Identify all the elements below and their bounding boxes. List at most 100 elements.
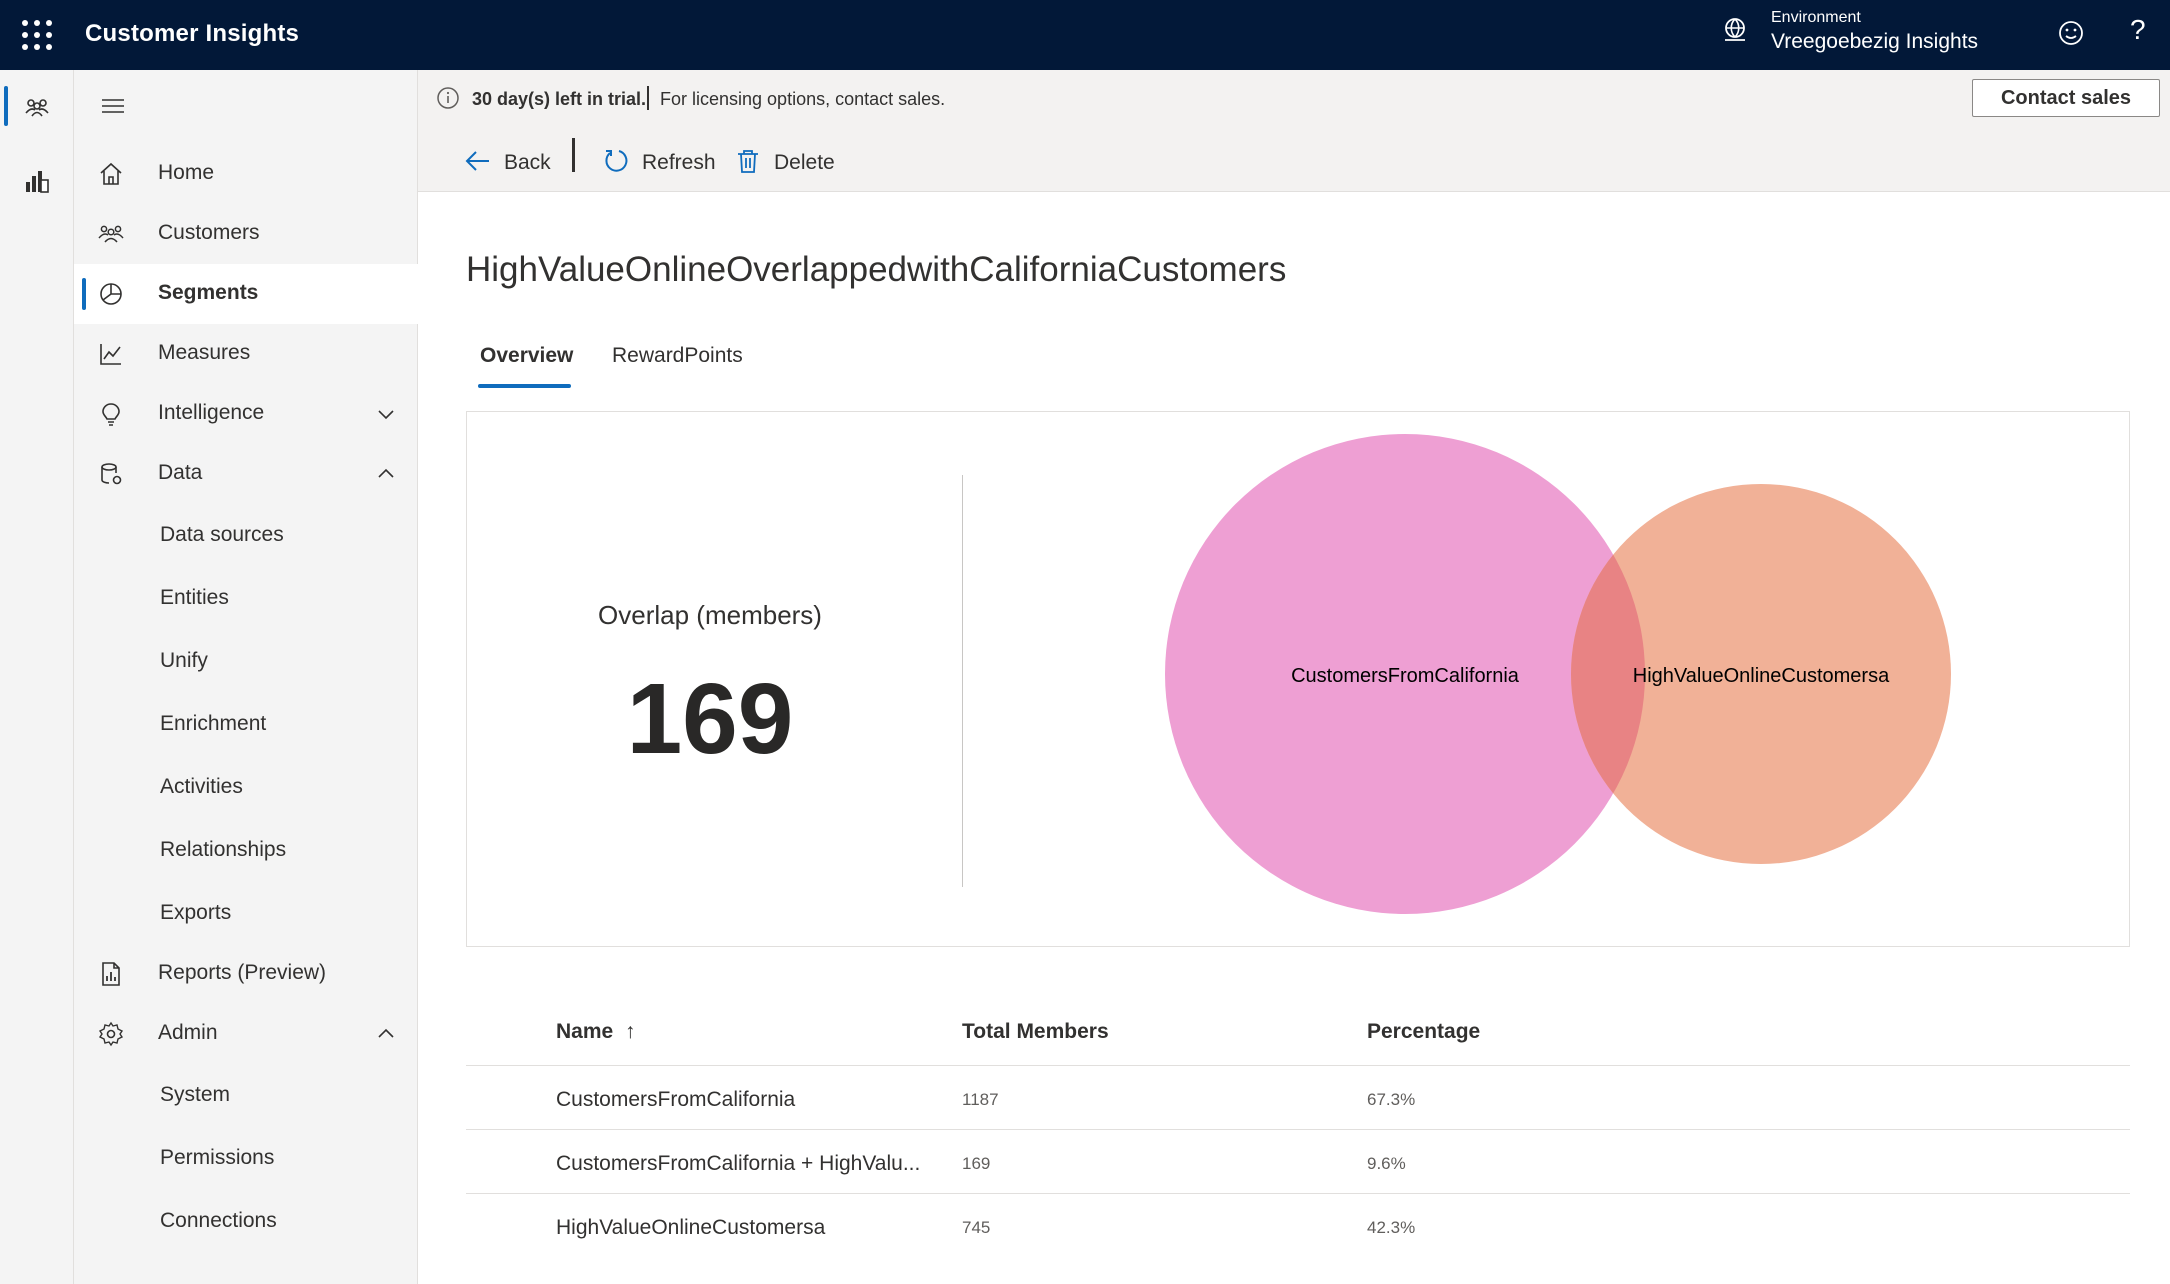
sidebar-item-relationships[interactable]: Relationships bbox=[74, 821, 418, 881]
segments-icon bbox=[100, 283, 122, 305]
refresh-button[interactable]: Refresh bbox=[602, 144, 722, 184]
table-header: Name ↑ Total Members Percentage bbox=[466, 1000, 2130, 1066]
sidebar-item-label: Permissions bbox=[160, 1146, 275, 1169]
sidebar-item-permissions[interactable]: Permissions bbox=[74, 1129, 418, 1189]
sidebar-item-label: Admin bbox=[158, 1021, 218, 1044]
database-icon bbox=[101, 463, 122, 485]
sidebar-item-label: System bbox=[160, 1083, 231, 1106]
table-row[interactable]: HighValueOnlineCustomersa 745 42.3% bbox=[466, 1194, 2130, 1258]
overview-card: Overlap (members) 169 CustomersFromCalif… bbox=[466, 411, 2130, 947]
sidebar-item-entities[interactable]: Entities bbox=[74, 569, 418, 629]
column-name-label: Name bbox=[556, 1020, 614, 1043]
tab-rewardpoints[interactable]: RewardPoints bbox=[612, 344, 743, 368]
sidebar-item-connections[interactable]: Connections bbox=[74, 1192, 418, 1252]
sidebar-item-reports[interactable]: Reports (Preview) bbox=[74, 944, 418, 1004]
environment-icon[interactable] bbox=[1720, 15, 1750, 45]
gear-icon bbox=[98, 1021, 124, 1047]
trial-days-text: 30 day(s) left in trial. bbox=[472, 89, 647, 109]
sort-ascending-icon: ↑ bbox=[625, 1020, 636, 1043]
page-title: HighValueOnlineOverlappedwithCaliforniaC… bbox=[466, 250, 1287, 289]
main-content: 30 day(s) left in trial. For licensing o… bbox=[418, 70, 2170, 1284]
back-button[interactable]: Back bbox=[464, 144, 554, 184]
environment-label: Environment bbox=[1771, 9, 1861, 26]
sidebar-item-label: Data bbox=[158, 461, 203, 484]
back-arrow-icon bbox=[465, 151, 489, 171]
feedback-smiley-icon[interactable] bbox=[2056, 18, 2086, 48]
row-percentage: 9.6% bbox=[1367, 1154, 1406, 1173]
tab-overview[interactable]: Overview bbox=[480, 344, 573, 368]
overlap-label: Overlap (members) bbox=[598, 600, 822, 630]
sidebar-item-label: Customers bbox=[158, 221, 260, 244]
sidebar-item-segments[interactable]: Segments bbox=[74, 264, 418, 324]
sidebar-item-label: Activities bbox=[160, 775, 243, 798]
command-separator bbox=[572, 138, 575, 172]
sidebar-item-enrichment[interactable]: Enrichment bbox=[74, 695, 418, 755]
trial-separator bbox=[647, 86, 649, 110]
column-header-total-members[interactable]: Total Members bbox=[962, 1020, 1109, 1044]
sidebar-item-label: Relationships bbox=[160, 838, 287, 861]
row-percentage: 42.3% bbox=[1367, 1218, 1416, 1237]
sidebar-item-admin[interactable]: Admin bbox=[74, 1004, 418, 1064]
sidebar-item-system[interactable]: System bbox=[74, 1066, 418, 1126]
table-row[interactable]: CustomersFromCalifornia + HighValu... 16… bbox=[466, 1130, 2130, 1194]
sidebar-item-label: Segments bbox=[158, 281, 259, 304]
people-icon bbox=[25, 99, 49, 117]
table-row[interactable]: CustomersFromCalifornia 1187 67.3% bbox=[466, 1066, 2130, 1130]
environment-name[interactable]: Vreegoebezig Insights bbox=[1771, 30, 1978, 54]
icon-rail bbox=[0, 70, 74, 1284]
analytics-icon bbox=[26, 171, 49, 193]
chevron-down-icon[interactable] bbox=[376, 404, 396, 424]
sidebar-item-label: Exports bbox=[160, 901, 232, 924]
sidebar-item-label: Connections bbox=[160, 1209, 277, 1232]
card-divider bbox=[962, 475, 963, 887]
app-launcher-icon[interactable] bbox=[22, 20, 52, 50]
delete-label: Delete bbox=[774, 151, 835, 174]
sidebar-item-data[interactable]: Data bbox=[74, 444, 418, 504]
sidebar-item-data-sources[interactable]: Data sources bbox=[74, 506, 418, 566]
chevron-up-icon[interactable] bbox=[376, 1024, 396, 1044]
row-total-members: 1187 bbox=[962, 1090, 999, 1109]
venn-diagram: CustomersFromCalifornia HighValueOnlineC… bbox=[1165, 434, 1951, 914]
row-total-members: 169 bbox=[962, 1154, 991, 1173]
sidebar-item-label: Unify bbox=[160, 649, 208, 672]
rail-analytics-item[interactable] bbox=[0, 148, 74, 212]
top-bar: Customer Insights Environment Vreegoebez… bbox=[0, 0, 2170, 70]
sidebar-item-label: Entities bbox=[160, 586, 229, 609]
sidebar-item-measures[interactable]: Measures bbox=[74, 324, 418, 384]
row-percentage: 67.3% bbox=[1367, 1090, 1416, 1109]
row-total-members: 745 bbox=[962, 1218, 991, 1237]
rail-people-item[interactable] bbox=[0, 74, 74, 138]
sidebar-item-label: Reports (Preview) bbox=[158, 961, 327, 984]
column-header-name[interactable]: Name ↑ bbox=[556, 1020, 636, 1044]
app-title[interactable]: Customer Insights bbox=[85, 20, 299, 48]
sidebar-item-label: Data sources bbox=[160, 523, 284, 546]
chevron-up-icon[interactable] bbox=[376, 464, 396, 484]
trial-licensing-text: For licensing options, contact sales. bbox=[660, 89, 946, 109]
customers-icon bbox=[98, 225, 124, 243]
column-header-percentage[interactable]: Percentage bbox=[1367, 1020, 1480, 1044]
row-name: CustomersFromCalifornia bbox=[556, 1088, 796, 1111]
sidebar-item-exports[interactable]: Exports bbox=[74, 884, 418, 944]
sidebar-item-label: Enrichment bbox=[160, 712, 267, 735]
sidebar-item-activities[interactable]: Activities bbox=[74, 758, 418, 818]
sidebar-item-label: Measures bbox=[158, 341, 251, 364]
venn-left-label: CustomersFromCalifornia bbox=[1291, 665, 1520, 687]
delete-button[interactable]: Delete bbox=[734, 144, 844, 184]
sidebar-item-label: Home bbox=[158, 161, 215, 184]
active-tab-indicator bbox=[478, 384, 571, 388]
row-name: CustomersFromCalifornia + HighValu... bbox=[556, 1152, 921, 1175]
help-icon[interactable]: ? bbox=[2130, 14, 2146, 46]
hamburger-menu-icon[interactable] bbox=[100, 96, 126, 116]
lightbulb-icon bbox=[102, 403, 120, 426]
sidebar-item-label: Intelligence bbox=[158, 401, 265, 424]
back-label: Back bbox=[504, 151, 551, 174]
sidebar-item-home[interactable]: Home bbox=[74, 144, 418, 204]
venn-right-label: HighValueOnlineCustomersa bbox=[1633, 665, 1890, 687]
overlap-value: 169 bbox=[626, 663, 794, 775]
sidebar-item-customers[interactable]: Customers bbox=[74, 204, 418, 264]
sidebar-item-intelligence[interactable]: Intelligence bbox=[74, 384, 418, 444]
sidebar-item-unify[interactable]: Unify bbox=[74, 632, 418, 692]
sidebar: Home Customers Segments Measures Intelli… bbox=[74, 70, 418, 1284]
contact-sales-button[interactable]: Contact sales bbox=[1972, 79, 2160, 117]
measures-icon bbox=[100, 344, 121, 365]
